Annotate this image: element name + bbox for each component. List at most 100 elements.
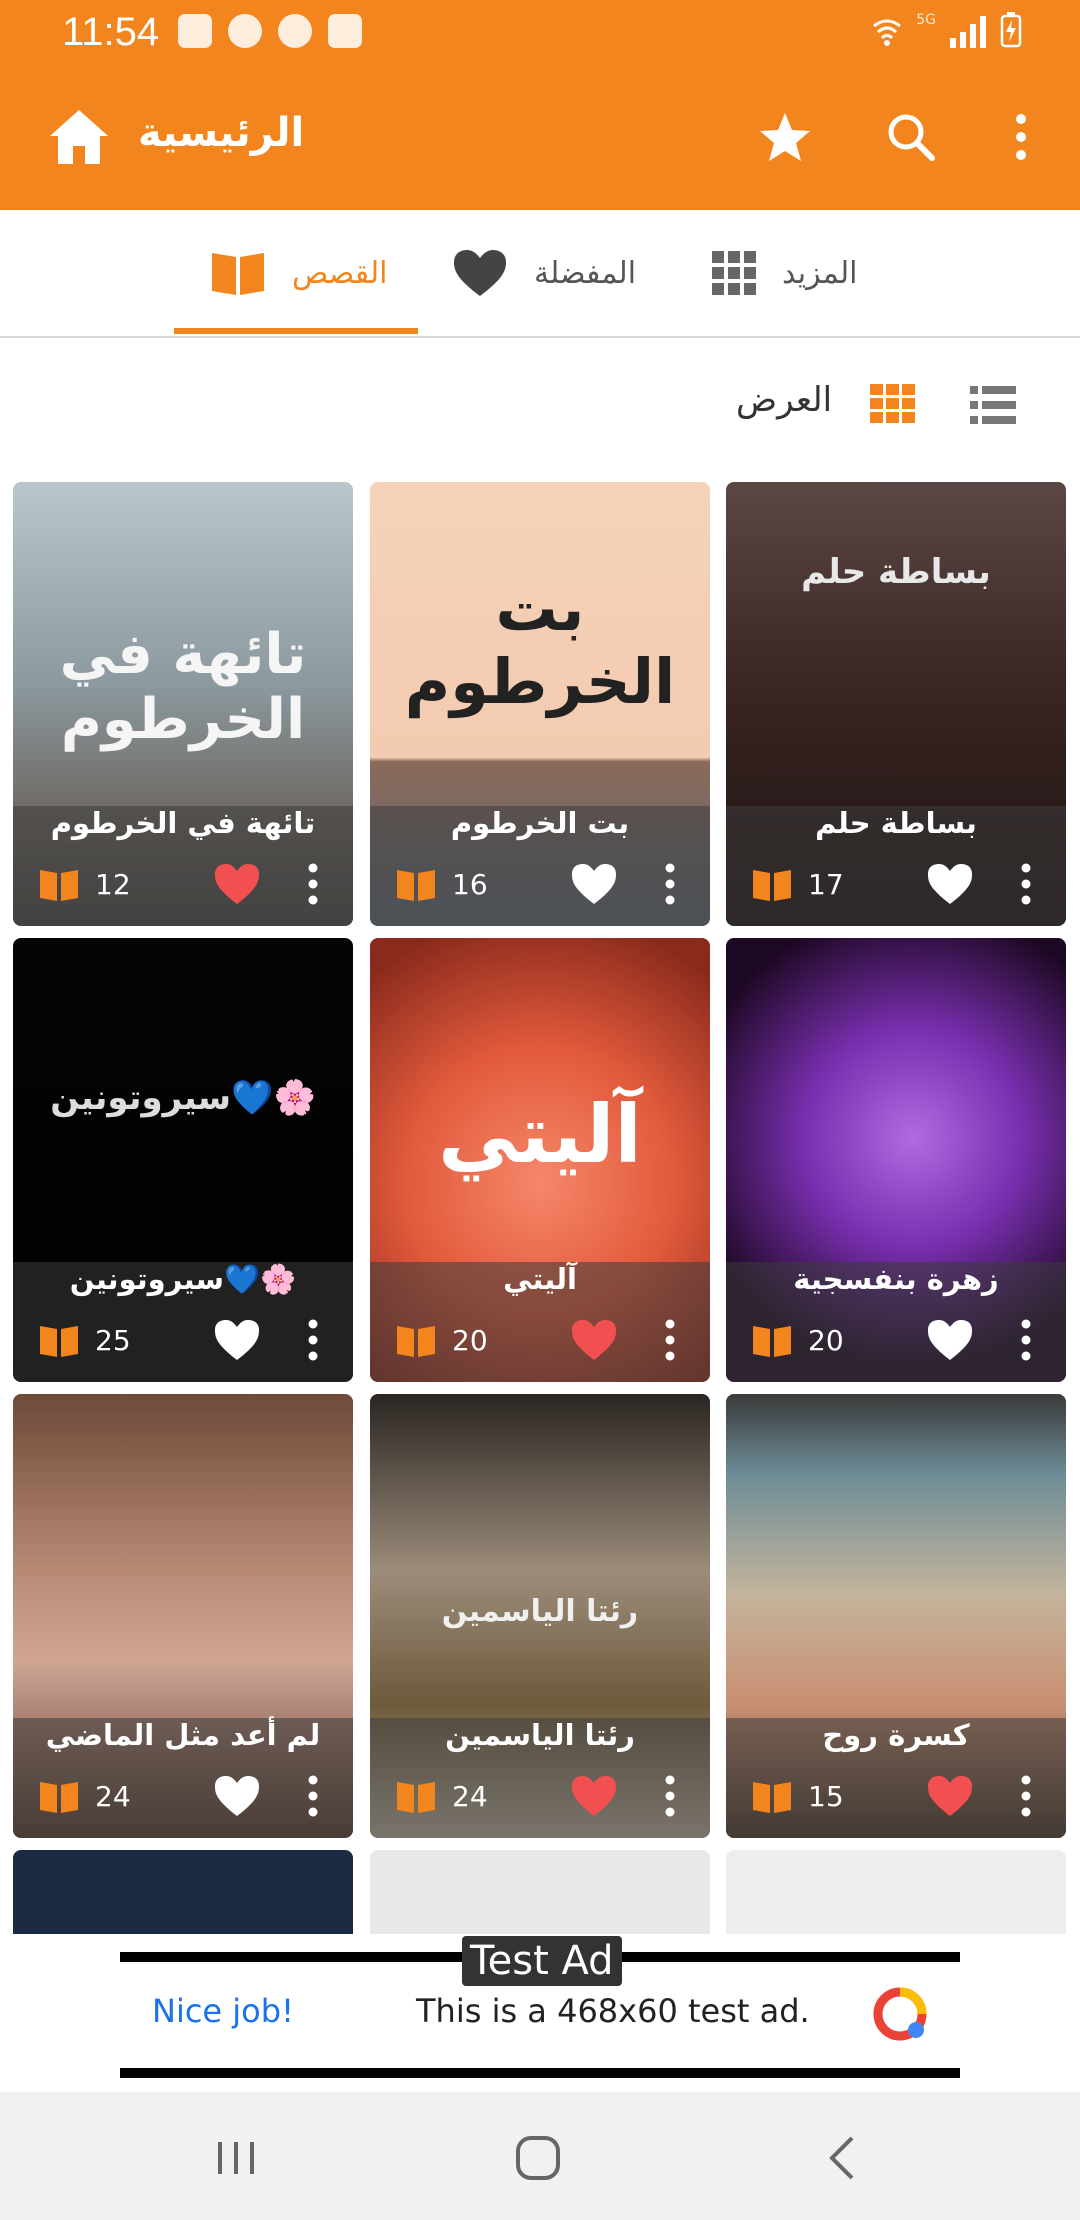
grid-view-icon[interactable]: [870, 384, 916, 424]
story-title: آليتي: [503, 1262, 577, 1296]
active-tab-indicator: [174, 328, 418, 334]
more-vert-icon: [1016, 114, 1026, 160]
more-vert-icon[interactable]: [1016, 862, 1036, 906]
chapter-count: 25: [95, 1324, 131, 1357]
app-toolbar: الرئيسية: [0, 64, 1080, 210]
ad-banner[interactable]: Nice job! This is a 468x60 test ad. Test…: [0, 1934, 1080, 2092]
favorite-heart-icon[interactable]: [570, 862, 618, 906]
favorite-heart-icon[interactable]: [926, 1318, 974, 1362]
cover-text: رئتا الياسمين: [441, 1594, 639, 1629]
status-time: 11:54: [62, 10, 160, 54]
chapter-count: 20: [808, 1324, 844, 1357]
story-card[interactable]: سيروتونين💙🌸 سيروتونين💙🌸 25: [13, 938, 353, 1382]
story-title: زهرة بنفسجية: [793, 1262, 999, 1296]
search-icon: [888, 114, 935, 161]
chapter-count: 24: [452, 1780, 488, 1813]
cover-text: سيروتونين💙🌸: [50, 1078, 316, 1118]
recent-apps-icon: [218, 2142, 254, 2174]
more-vert-icon[interactable]: [1016, 1774, 1036, 1818]
chapter-count: 17: [808, 868, 844, 901]
cover-text: بت الخرطوم: [404, 572, 676, 718]
system-nav-bar: [0, 2092, 1080, 2220]
favorite-heart-icon[interactable]: [926, 1774, 974, 1818]
book-icon: [753, 1326, 791, 1357]
tab-bar: القصص المفضلة المزيد: [0, 210, 1080, 338]
network-type-icon: 5G: [916, 12, 936, 28]
more-vert-icon[interactable]: [660, 1774, 680, 1818]
story-card[interactable]: تائهة في الخرطوم تائهة في الخرطوم 12: [13, 482, 353, 926]
home-icon[interactable]: [46, 104, 112, 170]
battery-icon: [1000, 12, 1022, 48]
story-title: لم أعد مثل الماضي: [45, 1718, 321, 1752]
story-card[interactable]: [13, 1850, 353, 1934]
wifi-icon: [873, 19, 902, 46]
favorite-heart-icon[interactable]: [570, 1318, 618, 1362]
more-vert-icon[interactable]: [303, 862, 323, 906]
book-icon: [397, 1782, 435, 1813]
stories-grid: بساطة حلم بساطة حلم 17 بت الخرطوم بت الخ…: [0, 478, 1080, 1934]
facebook-icon: [278, 14, 312, 48]
story-title: سيروتونين💙🌸: [69, 1262, 297, 1296]
ad-text: This is a 468x60 test ad.: [416, 1992, 810, 2030]
more-vert-icon[interactable]: [660, 862, 680, 906]
tab-label: المفضلة: [534, 255, 637, 291]
book-icon: [753, 870, 791, 901]
tab-stories[interactable]: القصص: [210, 210, 387, 336]
story-card[interactable]: زهرة بنفسجية 20: [726, 938, 1066, 1382]
story-card[interactable]: كسرة روح 15: [726, 1394, 1066, 1838]
signal-icon: [950, 14, 986, 48]
more-vert-icon[interactable]: [303, 1318, 323, 1362]
story-title: رئتا الياسمين: [445, 1718, 635, 1752]
tab-more[interactable]: المزيد: [712, 210, 857, 336]
story-card[interactable]: رئتا الياسمين رئتا الياسمين 24: [370, 1394, 710, 1838]
list-view-icon[interactable]: [970, 386, 1016, 424]
cover-text: بساطة حلم: [801, 552, 991, 592]
cover-text: تائهة في الخرطوم: [59, 622, 307, 752]
toolbar-title: الرئيسية: [138, 110, 305, 156]
story-card[interactable]: آليتي آليتي 20: [370, 938, 710, 1382]
search-button[interactable]: [876, 102, 946, 172]
story-card[interactable]: بت الخرطوم بت الخرطوم 16: [370, 482, 710, 926]
more-vert-icon[interactable]: [303, 1774, 323, 1818]
recent-apps-button[interactable]: [206, 2128, 266, 2188]
favorite-heart-icon[interactable]: [926, 862, 974, 906]
home-button[interactable]: [508, 2128, 568, 2188]
ad-test-label: Test Ad: [462, 1936, 622, 1986]
favorite-heart-icon[interactable]: [213, 1774, 261, 1818]
facebook-icon: [228, 14, 262, 48]
tab-label: القصص: [292, 255, 388, 291]
back-button[interactable]: [812, 2128, 872, 2188]
star-icon: [760, 113, 810, 161]
story-card[interactable]: [726, 1850, 1066, 1934]
story-card[interactable]: لم أعد مثل الماضي 24: [13, 1394, 353, 1838]
view-label: العرض: [736, 380, 833, 420]
book-icon: [40, 1326, 78, 1357]
story-card[interactable]: [370, 1850, 710, 1934]
chapter-count: 20: [452, 1324, 488, 1357]
cover-text: آليتي: [438, 1088, 642, 1181]
bag-icon: [178, 14, 212, 48]
more-vert-icon[interactable]: [1016, 1318, 1036, 1362]
chapter-count: 16: [452, 868, 488, 901]
more-vert-icon[interactable]: [660, 1318, 680, 1362]
chapter-count: 15: [808, 1780, 844, 1813]
favorites-star-button[interactable]: [750, 102, 820, 172]
chapter-count: 24: [95, 1780, 131, 1813]
favorite-heart-icon[interactable]: [213, 862, 261, 906]
notification-icons: [178, 14, 362, 48]
overflow-menu-button[interactable]: [986, 102, 1056, 172]
tab-favorites[interactable]: المفضلة: [452, 210, 636, 336]
favorite-heart-icon[interactable]: [213, 1318, 261, 1362]
ad-cta[interactable]: Nice job!: [152, 1992, 294, 2030]
book-icon: [397, 1326, 435, 1357]
story-title: تائهة في الخرطوم: [50, 806, 316, 840]
favorite-heart-icon[interactable]: [570, 1774, 618, 1818]
book-icon: [40, 1782, 78, 1813]
story-title: كسرة روح: [822, 1718, 970, 1752]
book-icon: [40, 870, 78, 901]
story-card[interactable]: بساطة حلم بساطة حلم 17: [726, 482, 1066, 926]
story-title: بساطة حلم: [815, 806, 977, 840]
status-bar: 11:54 5G: [0, 0, 1080, 64]
view-bar: العرض: [0, 338, 1080, 468]
back-icon: [829, 2136, 854, 2180]
